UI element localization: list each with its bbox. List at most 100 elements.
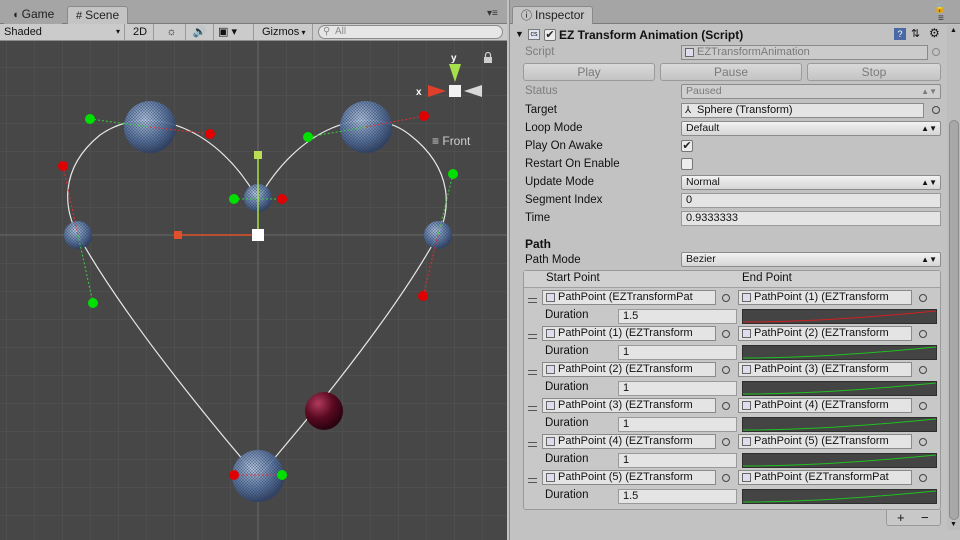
easing-curve-field[interactable] xyxy=(742,381,937,396)
play-on-awake-checkbox[interactable]: ✔ xyxy=(681,140,693,152)
object-picker-icon[interactable] xyxy=(919,474,927,482)
pause-button[interactable]: Pause xyxy=(660,63,802,81)
tab-inspector[interactable]: ⓘ Inspector xyxy=(512,6,594,24)
object-picker-icon[interactable] xyxy=(919,402,927,410)
help-icon[interactable]: ? xyxy=(894,28,906,40)
component-enabled-checkbox[interactable]: ✔ xyxy=(544,29,556,41)
animated-sphere[interactable] xyxy=(305,392,343,430)
transform-icon xyxy=(546,365,555,374)
object-picker-icon[interactable] xyxy=(919,366,927,374)
gizmos-dropdown[interactable]: Gizmos ▾ xyxy=(258,24,313,40)
stop-button[interactable]: Stop xyxy=(807,63,941,81)
end-point-field[interactable]: PathPoint (2) (EZTransform xyxy=(738,326,912,341)
script-file-icon xyxy=(685,48,694,57)
duration-field[interactable]: 1 xyxy=(618,381,737,396)
transform-icon: ⅄ xyxy=(685,105,692,116)
drag-handle-icon[interactable] xyxy=(528,298,537,303)
view-orientation-label[interactable]: ≡ Front xyxy=(432,134,470,148)
end-point-field[interactable]: PathPoint (1) (EZTransform xyxy=(738,290,912,305)
transform-icon xyxy=(546,401,555,410)
object-picker-icon[interactable] xyxy=(722,330,730,338)
2d-toggle-button[interactable]: 2D xyxy=(129,24,154,40)
object-picker-icon[interactable] xyxy=(722,366,730,374)
status-dropdown: Paused ▲▼ xyxy=(681,84,941,99)
scene-panel: ◖ Game # Scene ▾≡ Shaded ▾ 2D ☼ 🔊 ▣ ▾ Gizm… xyxy=(0,0,507,540)
end-point-field[interactable]: PathPoint (4) (EZTransform xyxy=(738,398,912,413)
start-point-field[interactable]: PathPoint (1) (EZTransform xyxy=(542,326,716,341)
duration-field[interactable]: 1 xyxy=(618,417,737,432)
path-point-sphere[interactable] xyxy=(232,450,284,502)
duration-field[interactable]: 1.5 xyxy=(618,489,737,504)
drag-handle-icon[interactable] xyxy=(528,406,537,411)
update-mode-label: Update Mode xyxy=(525,176,595,188)
update-mode-dropdown[interactable]: Normal ▲▼ xyxy=(681,175,941,190)
easing-curve-field[interactable] xyxy=(742,309,937,324)
duration-field[interactable]: 1 xyxy=(618,345,737,360)
panel-menu-icon[interactable]: ▾≡ xyxy=(487,8,498,19)
scene-viewport[interactable]: y x ≡ Front xyxy=(0,41,507,540)
object-picker-icon[interactable] xyxy=(722,294,730,302)
path-section-title: Path xyxy=(525,237,552,251)
panel-menu-icon[interactable]: ≡ xyxy=(938,13,944,24)
restart-on-enable-checkbox[interactable] xyxy=(681,158,693,170)
easing-curve-field[interactable] xyxy=(742,489,937,504)
start-point-field[interactable]: PathPoint (2) (EZTransform xyxy=(542,362,716,377)
object-picker-icon[interactable] xyxy=(919,330,927,338)
effects-dropdown-icon[interactable]: ▣ ▾ xyxy=(214,24,254,40)
drag-handle-icon[interactable] xyxy=(528,370,537,375)
add-item-button[interactable]: + xyxy=(897,510,905,525)
scene-tab-bar: ◖ Game # Scene ▾≡ xyxy=(0,0,507,24)
easing-curve-field[interactable] xyxy=(742,417,937,432)
audio-toggle-icon[interactable]: 🔊 xyxy=(186,24,214,40)
segment-index-field[interactable]: 0 xyxy=(681,193,941,208)
object-picker-icon[interactable] xyxy=(722,438,730,446)
target-object-field[interactable]: ⅄ Sphere (Transform) xyxy=(681,103,924,118)
status-label: Status xyxy=(525,85,558,97)
shading-mode-dropdown[interactable]: Shaded ▾ xyxy=(0,24,125,40)
component-header[interactable]: ▼ cs ✔ EZ Transform Animation (Script) ?… xyxy=(510,25,946,45)
easing-curve-field[interactable] xyxy=(742,345,937,360)
object-picker-icon[interactable] xyxy=(722,474,730,482)
start-point-field[interactable]: PathPoint (EZTransformPat xyxy=(542,290,716,305)
path-segment-row: PathPoint (3) (EZTransform PathPoint (4) … xyxy=(524,398,940,434)
easing-curve-field[interactable] xyxy=(742,453,937,468)
list-footer: + − xyxy=(886,510,941,526)
transform-icon xyxy=(742,365,751,374)
scene-canvas[interactable]: y x xyxy=(0,41,507,540)
object-picker-icon[interactable] xyxy=(932,106,940,114)
tab-scene[interactable]: # Scene xyxy=(67,6,129,24)
object-picker-icon[interactable] xyxy=(919,294,927,302)
dropdown-arrow-icon: ▲▼ xyxy=(921,87,937,96)
remove-item-button[interactable]: − xyxy=(921,510,929,525)
foldout-arrow-icon[interactable]: ▼ xyxy=(515,29,524,39)
start-point-field[interactable]: PathPoint (3) (EZTransform xyxy=(542,398,716,413)
duration-label: Duration xyxy=(545,345,589,357)
drag-handle-icon[interactable] xyxy=(528,334,537,339)
end-point-header: End Point xyxy=(742,272,792,284)
start-point-field[interactable]: PathPoint (5) (EZTransform xyxy=(542,470,716,485)
play-button[interactable]: Play xyxy=(523,63,655,81)
scroll-up-icon[interactable]: ▲ xyxy=(950,27,957,34)
drag-handle-icon[interactable] xyxy=(528,478,537,483)
loop-mode-dropdown[interactable]: Default ▲▼ xyxy=(681,121,941,136)
gear-icon[interactable]: ⚙ xyxy=(929,26,940,40)
drag-handle-icon[interactable] xyxy=(528,442,537,447)
end-point-field[interactable]: PathPoint (3) (EZTransform xyxy=(738,362,912,377)
scroll-down-icon[interactable]: ▼ xyxy=(950,521,957,528)
time-field[interactable]: 0.9333333 xyxy=(681,211,941,226)
end-point-field[interactable]: PathPoint (5) (EZTransform xyxy=(738,434,912,449)
scene-search-input[interactable]: ⚲ All xyxy=(318,25,503,39)
inspector-scrollbar[interactable]: ▲ ▼ xyxy=(947,25,960,530)
target-label: Target xyxy=(525,104,557,116)
duration-field[interactable]: 1.5 xyxy=(618,309,737,324)
object-picker-icon[interactable] xyxy=(919,438,927,446)
start-point-field[interactable]: PathPoint (4) (EZTransform xyxy=(542,434,716,449)
object-picker-icon[interactable] xyxy=(722,402,730,410)
path-mode-dropdown[interactable]: Bezier ▲▼ xyxy=(681,252,941,267)
lighting-toggle-icon[interactable]: ☼ xyxy=(158,24,186,40)
scrollbar-thumb[interactable] xyxy=(949,120,959,520)
duration-field[interactable]: 1 xyxy=(618,453,737,468)
tab-game[interactable]: ◖ Game xyxy=(4,6,63,24)
preset-icon[interactable]: ⇅ xyxy=(911,27,920,40)
end-point-field[interactable]: PathPoint (EZTransformPat xyxy=(738,470,912,485)
